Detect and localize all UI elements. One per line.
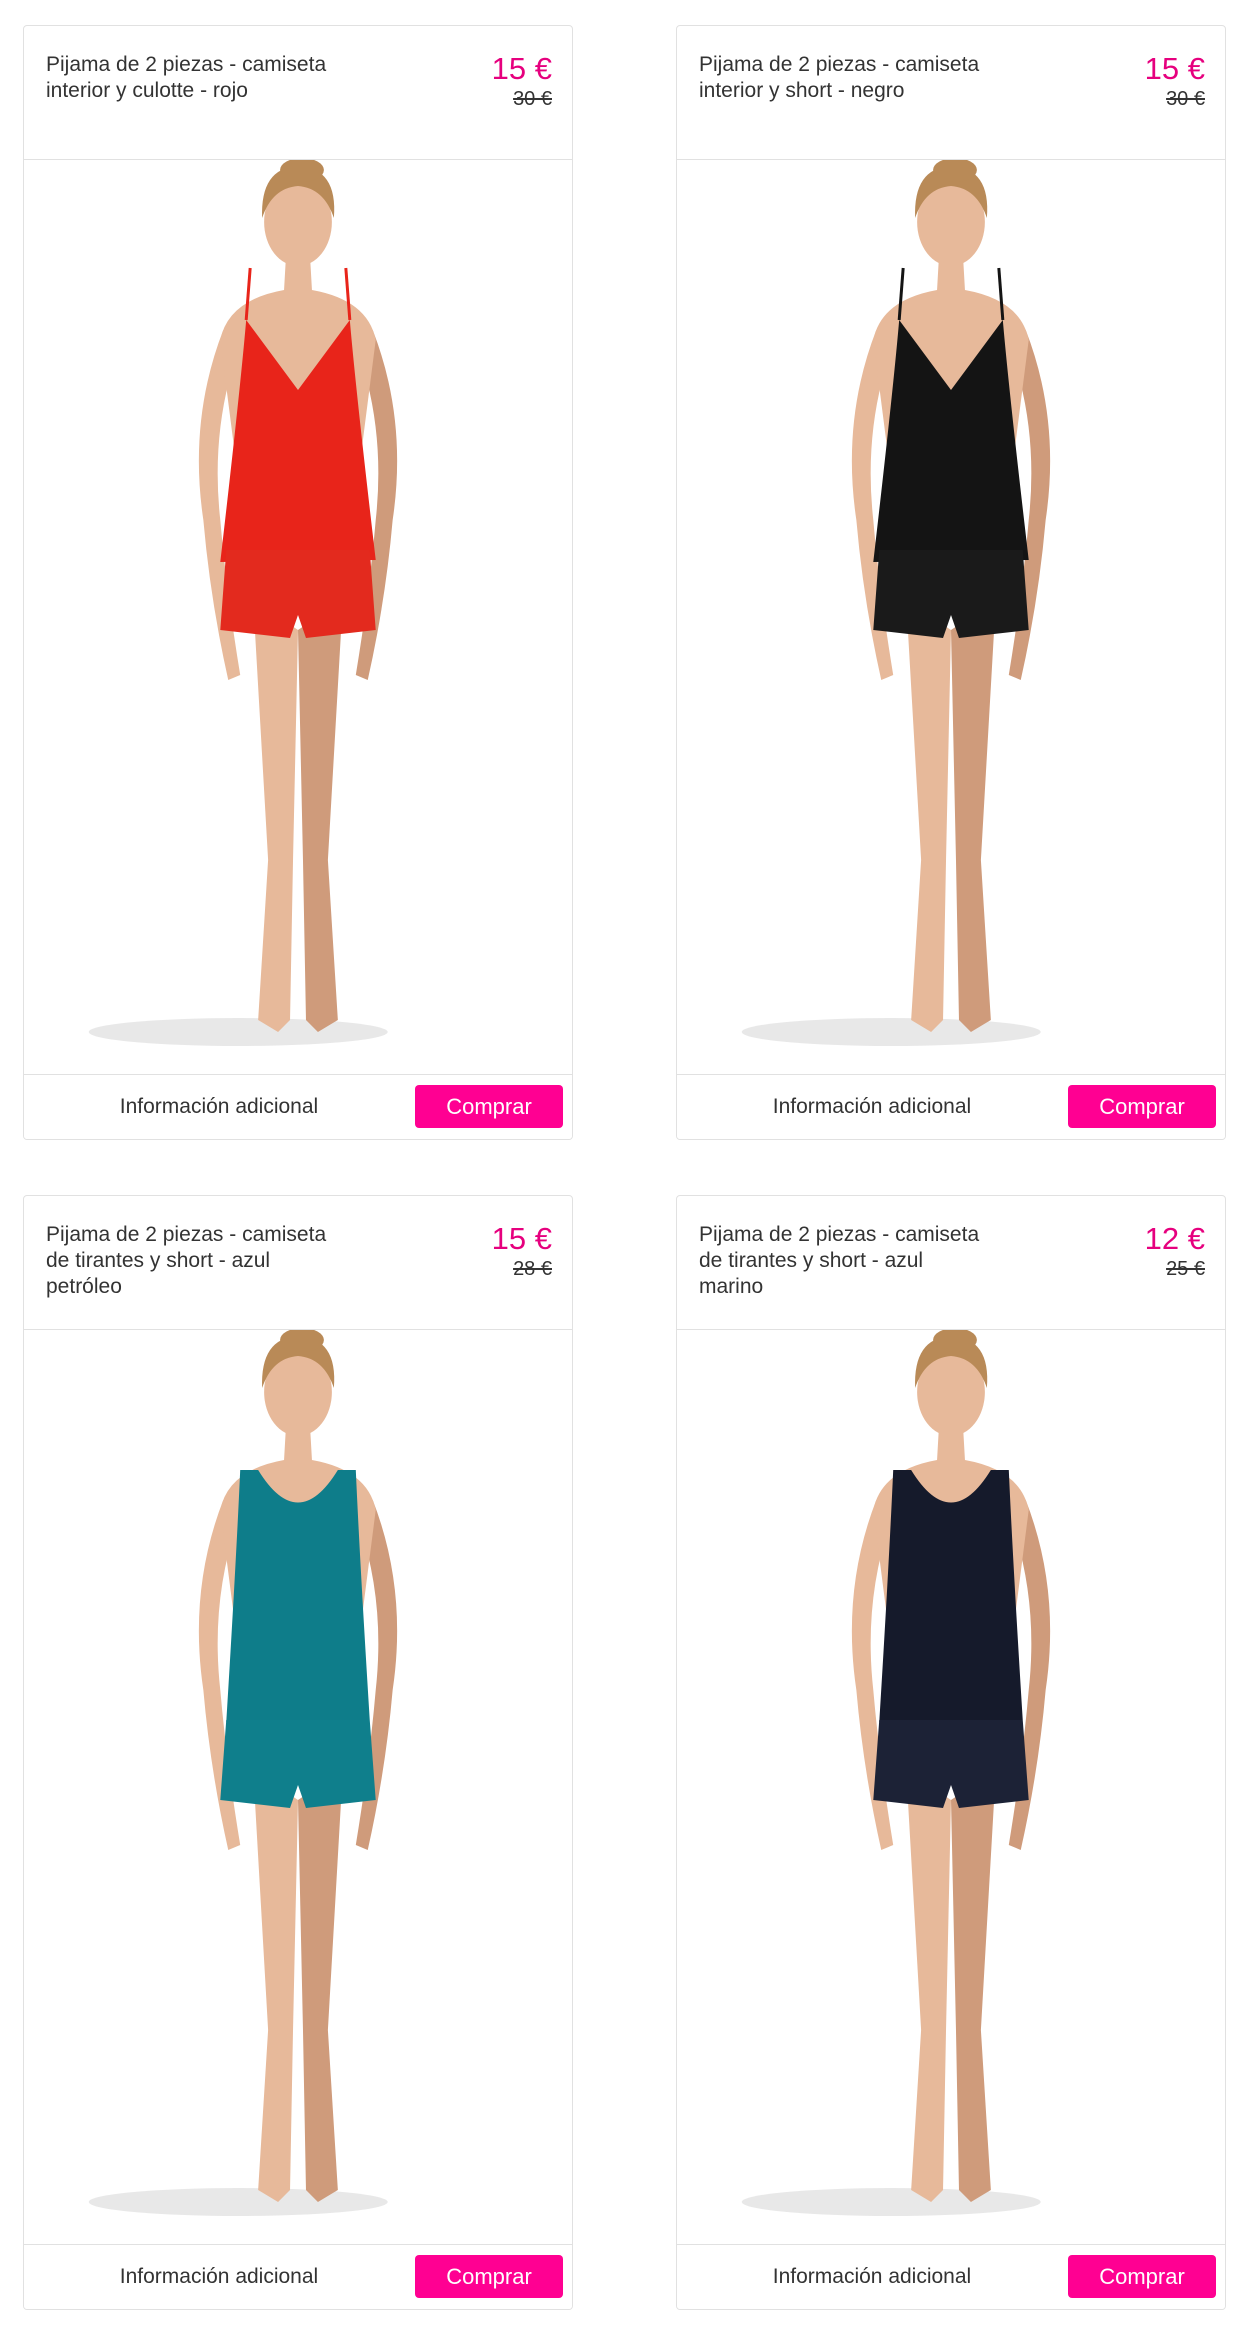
original-price: 30 € <box>1166 88 1205 110</box>
current-price: 12 € <box>1144 1221 1205 1256</box>
original-price: 28 € <box>513 1258 552 1280</box>
product-card-footer: Información adicional Comprar <box>24 1074 572 1139</box>
product-card-header: Pijama de 2 piezas - camiseta de tirante… <box>677 1196 1225 1330</box>
more-info-link[interactable]: Información adicional <box>24 2245 414 2309</box>
product-card-header: Pijama de 2 piezas - camiseta interior y… <box>677 26 1225 160</box>
more-info-link[interactable]: Información adicional <box>24 1075 414 1139</box>
product-card: Pijama de 2 piezas - camiseta de tirante… <box>676 1195 1226 2310</box>
buy-button[interactable]: Comprar <box>415 2255 563 2298</box>
product-card: Pijama de 2 piezas - camiseta de tirante… <box>23 1195 573 2310</box>
current-price: 15 € <box>1144 51 1205 86</box>
product-title[interactable]: Pijama de 2 piezas - camiseta de tirante… <box>699 1222 989 1300</box>
product-title[interactable]: Pijama de 2 piezas - camiseta interior y… <box>699 52 989 104</box>
product-title[interactable]: Pijama de 2 piezas - camiseta interior y… <box>46 52 336 104</box>
product-image[interactable] <box>677 1330 1225 2246</box>
product-card-header: Pijama de 2 piezas - camiseta interior y… <box>24 26 572 160</box>
product-price: 15 € 30 € <box>491 51 552 111</box>
more-info-link[interactable]: Información adicional <box>677 1075 1067 1139</box>
product-card-footer: Información adicional Comprar <box>677 1074 1225 1139</box>
product-price: 12 € 25 € <box>1144 1221 1205 1281</box>
more-info-link[interactable]: Información adicional <box>677 2245 1067 2309</box>
buy-button[interactable]: Comprar <box>415 1085 563 1128</box>
product-image[interactable] <box>677 160 1225 1076</box>
product-card-header: Pijama de 2 piezas - camiseta de tirante… <box>24 1196 572 1330</box>
product-card-footer: Información adicional Comprar <box>677 2244 1225 2309</box>
buy-button[interactable]: Comprar <box>1068 1085 1216 1128</box>
product-title[interactable]: Pijama de 2 piezas - camiseta de tirante… <box>46 1222 336 1300</box>
product-price: 15 € 28 € <box>491 1221 552 1281</box>
buy-button[interactable]: Comprar <box>1068 2255 1216 2298</box>
product-card: Pijama de 2 piezas - camiseta interior y… <box>23 25 573 1140</box>
product-price: 15 € 30 € <box>1144 51 1205 111</box>
current-price: 15 € <box>491 51 552 86</box>
product-card-footer: Información adicional Comprar <box>24 2244 572 2309</box>
original-price: 30 € <box>513 88 552 110</box>
original-price: 25 € <box>1166 1258 1205 1280</box>
current-price: 15 € <box>491 1221 552 1256</box>
product-card: Pijama de 2 piezas - camiseta interior y… <box>676 25 1226 1140</box>
product-image[interactable] <box>24 1330 572 2246</box>
product-image[interactable] <box>24 160 572 1076</box>
